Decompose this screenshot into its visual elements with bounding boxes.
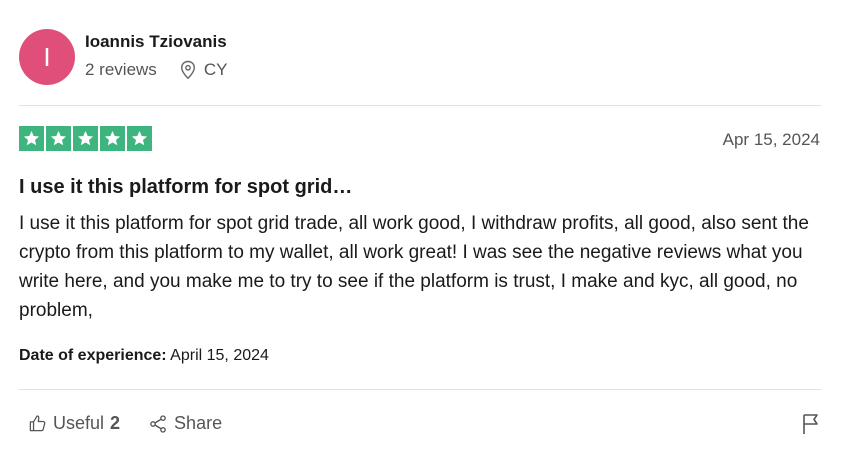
star-rating <box>19 126 152 151</box>
divider-bottom <box>19 389 821 390</box>
star-icon <box>19 126 44 151</box>
share-icon <box>150 414 166 433</box>
star-icon <box>46 126 71 151</box>
divider-top <box>19 105 821 106</box>
review-title[interactable]: I use it this platform for spot grid… <box>19 176 352 199</box>
star-icon <box>127 126 152 151</box>
experience-label: Date of experience: <box>19 347 167 364</box>
share-button[interactable]: Share <box>148 413 222 434</box>
date-of-experience: Date of experience: April 15, 2024 <box>19 347 269 365</box>
reviewer-meta: 2 reviews CY <box>85 60 227 80</box>
thumbs-up-icon <box>29 415 46 432</box>
review-actions: Useful 2 Share <box>28 413 250 434</box>
country-code: CY <box>203 60 228 79</box>
review-card: I Ioannis Tziovanis 2 reviews CY Apr 15,… <box>0 0 850 463</box>
location-pin-icon <box>180 60 195 80</box>
avatar-letter: I <box>43 41 51 72</box>
report-flag-button[interactable] <box>800 412 822 441</box>
review-date: Apr 15, 2024 <box>722 130 820 149</box>
avatar[interactable]: I <box>19 29 75 85</box>
flag-icon <box>803 414 818 434</box>
experience-date: April 15, 2024 <box>170 347 269 364</box>
useful-count: 2 <box>110 413 121 433</box>
useful-button[interactable]: Useful 2 <box>28 413 120 434</box>
reviewer-name[interactable]: Ioannis Tziovanis <box>85 32 227 52</box>
reviewer-location: CY <box>179 60 228 80</box>
useful-label: Useful <box>53 413 105 433</box>
star-icon <box>100 126 125 151</box>
review-body: I use it this platform for spot grid tra… <box>19 213 809 321</box>
share-label: Share <box>174 413 223 433</box>
reviews-count: 2 reviews <box>85 60 157 79</box>
star-icon <box>73 126 98 151</box>
